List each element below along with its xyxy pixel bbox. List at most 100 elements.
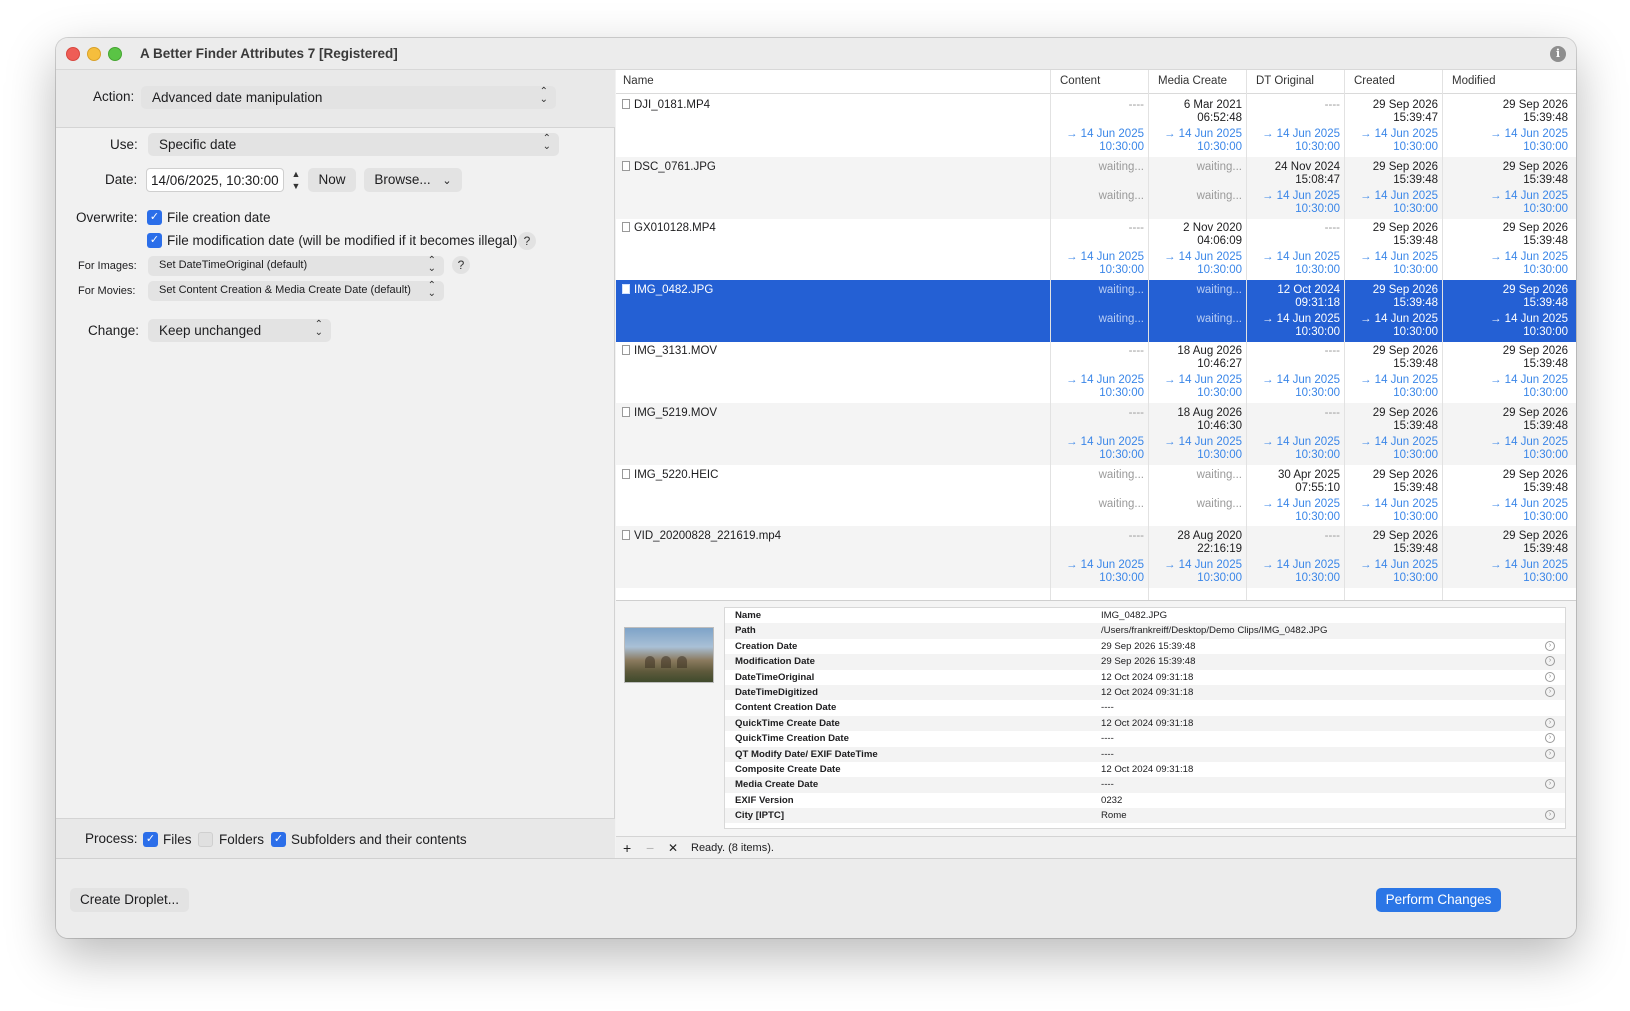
reveal-arrow-icon[interactable]: ›	[1545, 717, 1555, 728]
reveal-arrow-icon[interactable]: ›	[1545, 686, 1555, 697]
new-date: waiting...	[1098, 189, 1144, 202]
column-header-name[interactable]: Name	[623, 75, 654, 87]
table-row[interactable]: DSC_0761.JPG waiting... waiting... waiting.…	[616, 156, 1576, 219]
table-row[interactable]: IMG_5219.MOV ---- → 14 Jun 2025 10:30:00 18…	[616, 403, 1576, 465]
date-cell: waiting... waiting...	[1050, 161, 1144, 203]
current-date: ----	[1324, 530, 1340, 543]
table-row[interactable]: IMG_3131.MOV ---- → 14 Jun 2025 10:30:00 18…	[616, 341, 1576, 403]
new-date: → 14 Jun 2025 10:30:00	[1261, 497, 1340, 523]
date-cell: 29 Sep 2026 15:39:48 → 14 Jun 2025 10:30:…	[1344, 530, 1438, 585]
metadata-row[interactable]: Name IMG_0482.JPG	[725, 608, 1565, 623]
column-header-content[interactable]: Content	[1060, 75, 1100, 87]
date-cell: 30 Apr 2025 07:55:10 → 14 Jun 2025 10:30:…	[1246, 469, 1340, 524]
date-cell: 29 Sep 2026 15:39:48 → 14 Jun 2025 10:30:…	[1442, 407, 1568, 462]
create-droplet-button[interactable]: Create Droplet...	[70, 888, 189, 912]
current-date: ----	[1128, 530, 1144, 543]
new-date: → 14 Jun 2025 10:30:00	[1163, 251, 1242, 277]
close-window-button[interactable]	[66, 47, 80, 61]
metadata-value: 29 Sep 2026 15:39:48	[1101, 656, 1196, 668]
metadata-value: 12 Oct 2024 09:31:18	[1101, 671, 1194, 683]
perform-changes-button[interactable]: Perform Changes	[1376, 888, 1501, 912]
metadata-row[interactable]: QuickTime Creation Date ---- ›	[725, 731, 1565, 746]
file-creation-checkbox[interactable]: ✓	[147, 210, 162, 225]
new-date: → 14 Jun 2025 10:30:00	[1359, 559, 1438, 585]
change-popup[interactable]: Keep unchanged ⌃ ⌄	[148, 319, 331, 342]
remove-button[interactable]: −	[646, 840, 654, 856]
metadata-key: Path	[735, 625, 756, 637]
metadata-value: 12 Oct 2024 09:31:18	[1101, 717, 1194, 729]
for-images-popup-value: Set DateTimeOriginal (default)	[159, 259, 308, 271]
current-date: ----	[1128, 345, 1144, 358]
date-cell: 29 Sep 2026 15:39:48 → 14 Jun 2025 10:30:…	[1442, 345, 1568, 400]
reveal-arrow-icon[interactable]: ›	[1545, 748, 1555, 759]
zoom-window-button[interactable]	[108, 47, 122, 61]
metadata-key: Modification Date	[735, 656, 815, 668]
browse-button[interactable]: Browse... ⌄	[364, 168, 462, 192]
for-images-popup[interactable]: Set DateTimeOriginal (default) ⌃ ⌄	[148, 256, 444, 276]
reveal-arrow-icon[interactable]: ›	[1545, 810, 1555, 821]
reveal-arrow-icon[interactable]: ›	[1545, 640, 1555, 651]
metadata-row[interactable]: QT Modify Date/ EXIF DateTime ---- ›	[725, 746, 1565, 762]
metadata-row[interactable]: Modification Date 29 Sep 2026 15:39:48 ›	[725, 654, 1565, 670]
date-cell: 6 Mar 2021 06:52:48 → 14 Jun 2025 10:30:0…	[1148, 99, 1242, 154]
reveal-arrow-icon[interactable]: ›	[1545, 779, 1555, 790]
minimize-window-button[interactable]	[87, 47, 101, 61]
current-date: 24 Nov 2024 15:08:47	[1274, 160, 1340, 186]
column-header-media-create[interactable]: Media Create	[1158, 75, 1227, 87]
for-movies-popup[interactable]: Set Content Creation & Media Create Date…	[148, 281, 444, 301]
chevron-updown-icon: ⌃ ⌄	[427, 255, 436, 274]
reveal-arrow-icon[interactable]: ›	[1545, 656, 1555, 667]
help-button[interactable]: ?	[518, 232, 536, 250]
metadata-value: ----	[1101, 733, 1114, 745]
add-button[interactable]: +	[623, 840, 631, 856]
files-label: Files	[163, 832, 192, 847]
table-row[interactable]: DJI_0181.MP4 ---- → 14 Jun 2025 10:30:00 6 …	[616, 95, 1576, 157]
date-cell: 29 Sep 2026 15:39:48 → 14 Jun 2025 10:30:…	[1442, 530, 1568, 585]
metadata-row[interactable]: City [IPTC] Rome ›	[725, 808, 1565, 824]
table-header: Name Content Media Create DT Original Cr…	[616, 70, 1576, 94]
files-checkbox[interactable]: ✓	[143, 832, 158, 847]
current-date: 29 Sep 2026 15:39:48	[1372, 222, 1438, 248]
date-cell: 29 Sep 2026 15:39:48 → 14 Jun 2025 10:30:…	[1442, 222, 1568, 277]
reveal-arrow-icon[interactable]: ›	[1545, 733, 1555, 744]
file-list-pane: Name Content Media Create DT Original Cr…	[616, 70, 1576, 858]
column-header-dt-original[interactable]: DT Original	[1256, 75, 1314, 87]
metadata-row[interactable]: EXIF Version 0232	[725, 793, 1565, 808]
metadata-row[interactable]: DateTimeOriginal 12 Oct 2024 09:31:18 ›	[725, 670, 1565, 685]
use-popup[interactable]: Specific date ⌃ ⌄	[148, 133, 559, 156]
subfolders-checkbox[interactable]: ✓	[271, 832, 286, 847]
file-modification-checkbox[interactable]: ✓	[147, 233, 162, 248]
metadata-row[interactable]: DateTimeDigitized 12 Oct 2024 09:31:18 ›	[725, 684, 1565, 701]
current-date: waiting...	[1196, 283, 1242, 296]
table-row[interactable]: IMG_5220.HEIC waiting... waiting... waiting…	[616, 465, 1576, 527]
for-images-label: For Images:	[78, 260, 137, 272]
table-row[interactable]: VID_20200828_221619.mp4 ---- → 14 Jun 2025…	[616, 526, 1576, 589]
column-header-created[interactable]: Created	[1354, 75, 1395, 87]
metadata-key: DateTimeOriginal	[735, 671, 815, 683]
metadata-row[interactable]: Media Create Date ---- ›	[725, 777, 1565, 793]
date-stepper[interactable]: ▲ ▼	[289, 168, 303, 192]
table-row[interactable]: GX010128.MP4 ---- → 14 Jun 2025 10:30:00 2 …	[616, 218, 1576, 280]
current-date: 29 Sep 2026 15:39:47	[1372, 99, 1438, 124]
current-date: ----	[1128, 407, 1144, 419]
clear-button[interactable]: ✕	[668, 841, 678, 855]
now-button[interactable]: Now	[308, 168, 356, 192]
metadata-row[interactable]: QuickTime Create Date 12 Oct 2024 09:31:1…	[725, 715, 1565, 732]
table-row[interactable]: IMG_0482.JPG waiting... waiting... waiting.…	[616, 279, 1576, 342]
help-button[interactable]: ?	[452, 256, 470, 274]
for-movies-label: For Movies:	[78, 285, 136, 297]
info-icon[interactable]: i	[1550, 46, 1566, 62]
metadata-key: Composite Create Date	[735, 763, 841, 775]
date-field[interactable]: 14/06/2025, 10:30:00	[146, 168, 284, 192]
file-name-text: DJI_0181.MP4	[634, 99, 711, 111]
metadata-row[interactable]: Composite Create Date 12 Oct 2024 09:31:1…	[725, 762, 1565, 777]
date-cell: 28 Aug 2020 22:16:19 → 14 Jun 2025 10:30:…	[1148, 530, 1242, 585]
metadata-row[interactable]: Creation Date 29 Sep 2026 15:39:48 ›	[725, 639, 1565, 654]
column-header-modified[interactable]: Modified	[1452, 75, 1495, 87]
metadata-row[interactable]: Content Creation Date ----	[725, 700, 1565, 715]
action-popup[interactable]: Advanced date manipulation ⌃ ⌄	[141, 86, 556, 109]
folders-checkbox[interactable]	[198, 832, 213, 847]
metadata-row[interactable]: Path/Users/frankreiff/Desktop/Demo Clips…	[725, 623, 1565, 639]
reveal-arrow-icon[interactable]: ›	[1545, 671, 1555, 682]
metadata-key: Content Creation Date	[735, 702, 837, 714]
